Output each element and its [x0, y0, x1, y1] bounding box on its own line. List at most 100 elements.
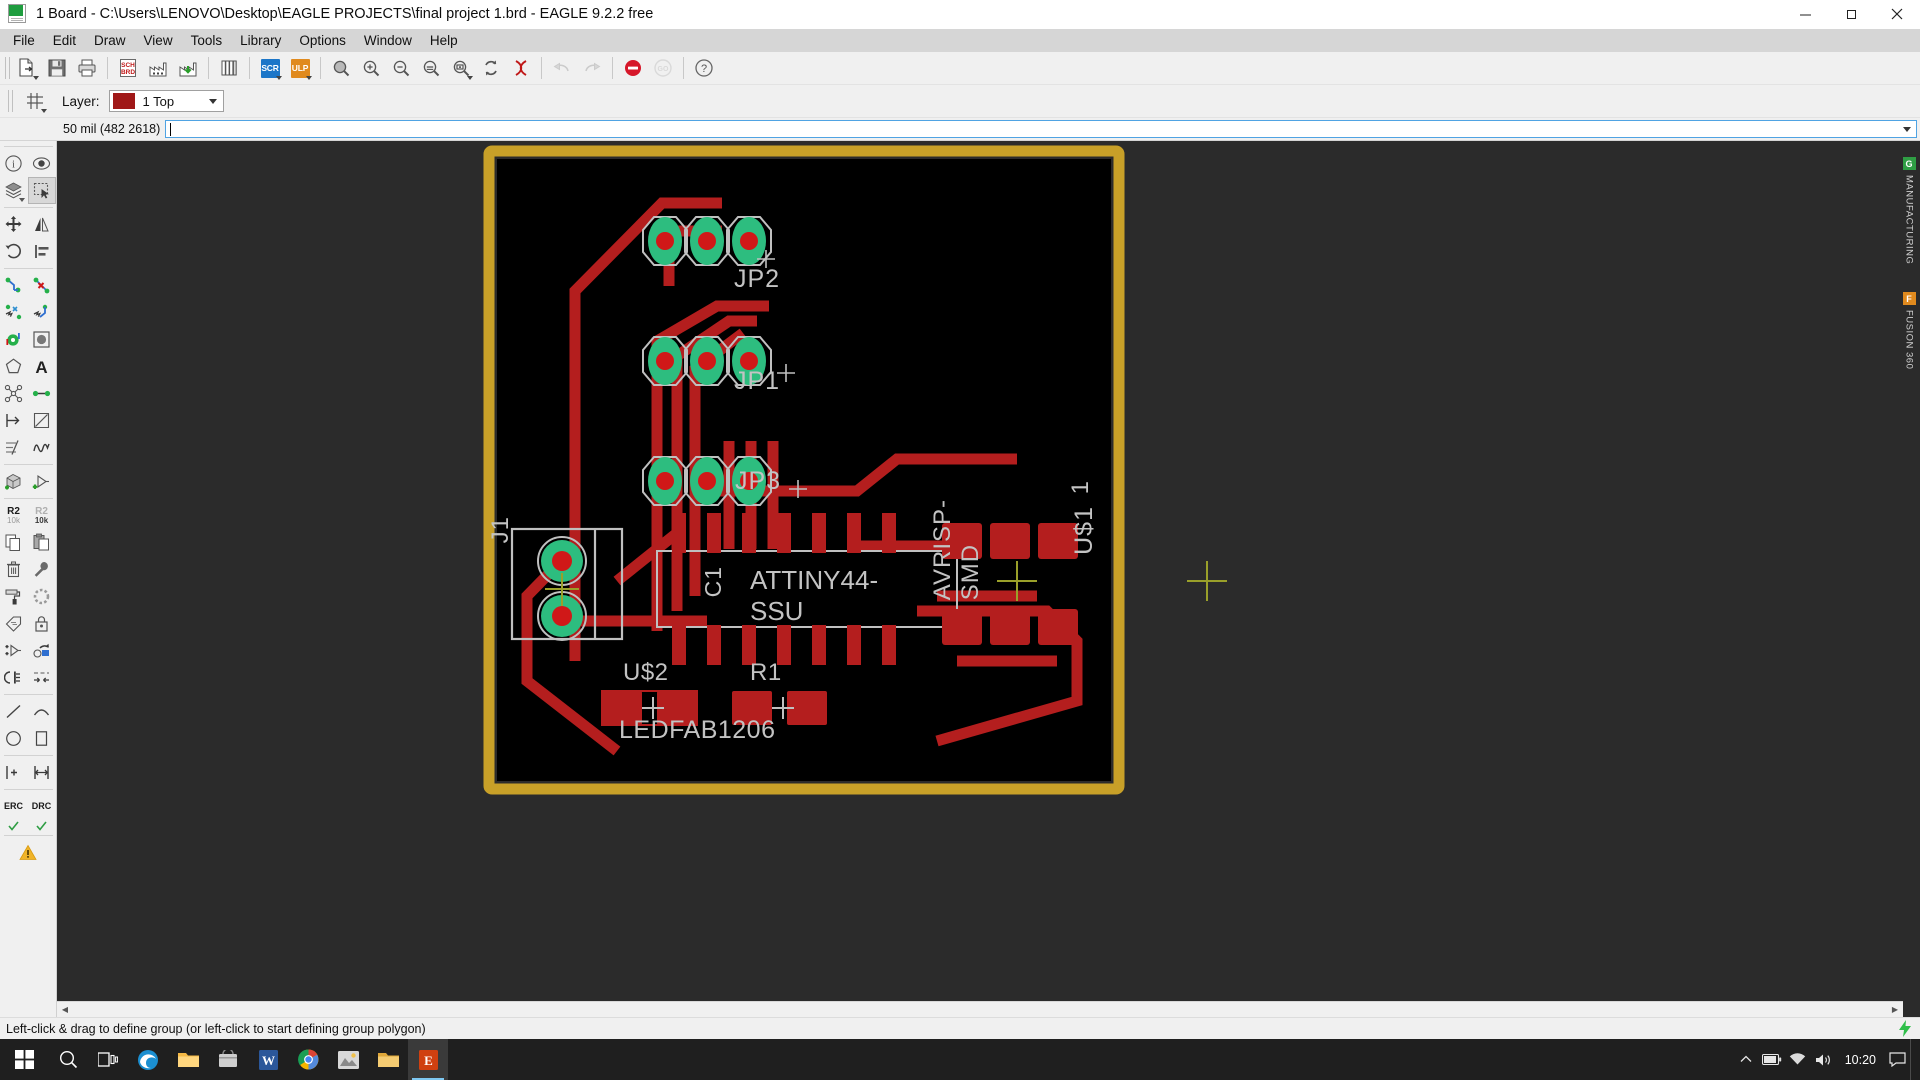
menu-window[interactable]: Window: [355, 30, 421, 51]
taskbar-store[interactable]: [208, 1039, 248, 1080]
taskbar-word[interactable]: W: [248, 1039, 288, 1080]
close-button[interactable]: [1874, 0, 1920, 29]
menu-tools[interactable]: Tools: [182, 30, 232, 51]
scroll-right-arrow-icon[interactable]: ▶: [1887, 1002, 1903, 1018]
menu-file[interactable]: File: [4, 30, 44, 51]
go-button[interactable]: GO: [649, 54, 677, 82]
layer-toolbar-grip[interactable]: [8, 90, 13, 112]
taskbar-search[interactable]: [48, 1039, 88, 1080]
manufacturing-tab[interactable]: G MANUFACTURING: [1898, 153, 1920, 272]
align-tool[interactable]: [28, 238, 56, 265]
horizontal-scrollbar[interactable]: ◀ ▶: [57, 1001, 1903, 1017]
route-tool[interactable]: [0, 272, 28, 299]
save-button[interactable]: [43, 54, 71, 82]
line-tool[interactable]: [0, 698, 28, 725]
measure-tool[interactable]: [28, 759, 56, 786]
dimension-tool[interactable]: [0, 434, 28, 461]
menu-edit[interactable]: Edit: [44, 30, 85, 51]
signal-tool[interactable]: [28, 380, 56, 407]
taskbar-edge[interactable]: [128, 1039, 168, 1080]
stop-button[interactable]: [619, 54, 647, 82]
mark-tool[interactable]: [0, 759, 28, 786]
taskbar-explorer[interactable]: [168, 1039, 208, 1080]
zoom-in-button[interactable]: [357, 54, 385, 82]
rotate-tool[interactable]: [0, 238, 28, 265]
manufacturing-download-button[interactable]: [174, 54, 202, 82]
info-tool[interactable]: i: [0, 150, 28, 177]
chevron-up-icon[interactable]: [1733, 1039, 1759, 1080]
drc-button[interactable]: DRC: [28, 793, 56, 819]
library-manager-button[interactable]: [215, 54, 243, 82]
wifi-icon[interactable]: [1785, 1039, 1811, 1080]
value-tool[interactable]: R2 10k: [28, 502, 56, 529]
delete-tool[interactable]: [0, 556, 28, 583]
wave-tool[interactable]: [28, 434, 56, 461]
taskbar-clock[interactable]: 10:20: [1837, 1053, 1884, 1067]
pinswap-tool[interactable]: [0, 664, 28, 691]
add-gate-tool[interactable]: [28, 468, 56, 495]
redo-button[interactable]: [578, 54, 606, 82]
zoom-fit-button[interactable]: [327, 54, 355, 82]
show-desktop-button[interactable]: [1910, 1039, 1916, 1080]
menu-library[interactable]: Library: [231, 30, 290, 51]
ulp-button[interactable]: ULP: [286, 54, 314, 82]
fusion360-tab[interactable]: F FUSION 360: [1898, 288, 1920, 377]
erc-button[interactable]: ERC: [0, 793, 28, 819]
copy-area-tool[interactable]: [28, 407, 56, 434]
autorouter-button[interactable]: [507, 54, 535, 82]
command-history-chevron-icon[interactable]: [1903, 127, 1911, 132]
attribute-tool[interactable]: [0, 610, 28, 637]
zoom-previous-button[interactable]: [417, 54, 445, 82]
split-tool[interactable]: [0, 299, 28, 326]
miter-tool[interactable]: [28, 299, 56, 326]
zoom-out-button[interactable]: [387, 54, 415, 82]
layer-select[interactable]: 1 Top: [108, 90, 224, 112]
ripup-tool[interactable]: [28, 272, 56, 299]
notification-icon[interactable]: [1884, 1039, 1910, 1080]
optimize-tool[interactable]: [28, 583, 56, 610]
add-part-tool[interactable]: [0, 468, 28, 495]
taskbar-chrome[interactable]: [288, 1039, 328, 1080]
speaker-icon[interactable]: [1811, 1039, 1837, 1080]
arc-tool[interactable]: [28, 698, 56, 725]
lock-tool[interactable]: [28, 610, 56, 637]
switch-to-schematic-button[interactable]: SCH BRD: [114, 54, 142, 82]
text-tool[interactable]: A: [28, 353, 56, 380]
invoke-tool[interactable]: [0, 637, 28, 664]
undo-button[interactable]: [548, 54, 576, 82]
help-button[interactable]: ?: [690, 54, 718, 82]
move-tool[interactable]: [0, 211, 28, 238]
replace-tool[interactable]: [28, 556, 56, 583]
circle-tool[interactable]: [0, 725, 28, 752]
hole-tool[interactable]: [28, 326, 56, 353]
menu-options[interactable]: Options: [290, 30, 355, 51]
grid-button[interactable]: [21, 87, 49, 115]
name-tool[interactable]: R2 10k: [0, 502, 28, 529]
minimize-button[interactable]: [1782, 0, 1828, 29]
print-button[interactable]: [73, 54, 101, 82]
smash-tool[interactable]: [28, 637, 56, 664]
command-input[interactable]: [165, 120, 1917, 138]
menu-help[interactable]: Help: [421, 30, 467, 51]
pcb-canvas[interactable]: JP2 JP1 JP3 J1 C1 ATTINY44-SSU AVRISP-SM…: [57, 141, 1920, 1017]
clearance-tool[interactable]: [28, 664, 56, 691]
script-button[interactable]: SCR: [256, 54, 284, 82]
display-layers-tool[interactable]: [0, 177, 28, 204]
rect-tool[interactable]: [28, 725, 56, 752]
start-button[interactable]: [0, 1039, 48, 1080]
copy-tool[interactable]: [0, 529, 28, 556]
paint-tool[interactable]: [0, 583, 28, 610]
warning-triangle-icon[interactable]: [14, 839, 42, 866]
menu-draw[interactable]: Draw: [85, 30, 135, 51]
show-tool[interactable]: [28, 150, 56, 177]
open-file-button[interactable]: [13, 54, 41, 82]
cam-processor-button[interactable]: [144, 54, 172, 82]
taskbar-folder2[interactable]: [368, 1039, 408, 1080]
taskbar-taskview[interactable]: [88, 1039, 128, 1080]
mirror-tool[interactable]: [28, 211, 56, 238]
paste-tool[interactable]: [28, 529, 56, 556]
taskbar-photos[interactable]: [328, 1039, 368, 1080]
polygon-tool[interactable]: [0, 353, 28, 380]
battery-icon[interactable]: [1759, 1039, 1785, 1080]
scroll-left-arrow-icon[interactable]: ◀: [57, 1002, 73, 1018]
